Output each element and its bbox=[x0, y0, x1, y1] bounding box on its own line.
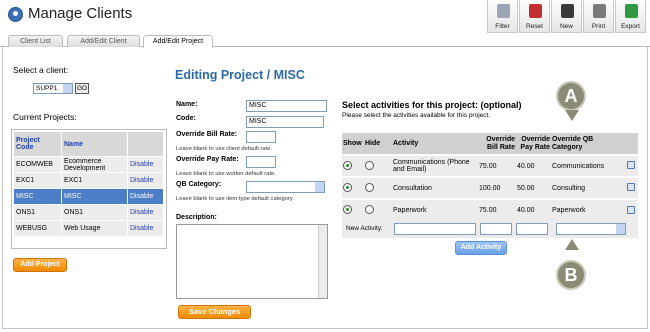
callout-b: B bbox=[556, 260, 586, 290]
activities-heading: Select activities for this project: (opt… bbox=[342, 100, 522, 110]
bill-rate-field[interactable] bbox=[246, 131, 276, 143]
hide-radio[interactable] bbox=[365, 182, 374, 192]
scrollbar[interactable] bbox=[318, 225, 327, 298]
add-activity-button[interactable]: Add Activity bbox=[455, 241, 507, 255]
activities-subheading: Please select the activities available f… bbox=[342, 112, 491, 119]
column-header: Show bbox=[342, 133, 364, 155]
new-bill-rate-field[interactable] bbox=[480, 223, 512, 235]
pay-rate-label: Override Pay Rate: bbox=[176, 156, 239, 163]
disable-link[interactable]: Disable bbox=[127, 204, 164, 221]
new-qb-category-select[interactable] bbox=[556, 223, 626, 235]
table-row[interactable]: ECOMWEB Ecommerce Development Disable bbox=[13, 156, 164, 173]
column-header: Activity bbox=[392, 133, 478, 155]
new-activity-field[interactable] bbox=[394, 223, 476, 235]
qb-category-hint: Leave blank to use item type default cat… bbox=[176, 196, 294, 202]
code-field[interactable]: MISC bbox=[246, 116, 324, 128]
show-radio[interactable] bbox=[343, 160, 352, 170]
edit-icon[interactable] bbox=[627, 161, 635, 169]
qb-category-select[interactable] bbox=[246, 181, 325, 193]
disable-link[interactable]: Disable bbox=[127, 188, 164, 205]
column-header: Override QB Category bbox=[551, 133, 626, 155]
bill-rate-label: Override Bill Rate: bbox=[176, 131, 238, 138]
filter-icon bbox=[497, 4, 510, 18]
select-client-label: Select a client: bbox=[13, 65, 69, 75]
activities-table: Show Hide Activity Override Bill Rate Ov… bbox=[342, 133, 638, 221]
column-header: Name bbox=[61, 131, 128, 157]
name-label: Name: bbox=[176, 101, 198, 108]
arrow-down-icon bbox=[565, 110, 579, 121]
table-row: Consultation 100.00 50.00 Consulting bbox=[342, 176, 638, 199]
reset-button[interactable]: Reset bbox=[519, 0, 550, 33]
toolbar: Filter Reset New Print Export bbox=[486, 0, 646, 33]
page-title: Manage Clients bbox=[28, 5, 133, 22]
disable-link[interactable]: Disable bbox=[127, 220, 164, 237]
chevron-down-icon bbox=[63, 84, 72, 93]
show-radio[interactable] bbox=[343, 205, 352, 214]
chevron-down-icon bbox=[315, 182, 324, 192]
column-header: Override Bill Rate bbox=[478, 133, 516, 155]
column-header bbox=[127, 131, 164, 157]
new-button[interactable]: New bbox=[551, 0, 582, 33]
table-row: Communications (Phone and Email) 75.00 4… bbox=[342, 154, 638, 177]
callout-a: A bbox=[556, 81, 586, 111]
chevron-down-icon bbox=[616, 224, 625, 234]
disable-link[interactable]: Disable bbox=[127, 172, 164, 189]
tab-client-list[interactable]: Client List bbox=[8, 35, 63, 47]
export-button[interactable]: Export bbox=[615, 0, 646, 33]
save-changes-button[interactable]: Save Changes bbox=[178, 305, 251, 319]
new-activity-label: New Activity: bbox=[346, 225, 383, 232]
new-pay-rate-field[interactable] bbox=[516, 223, 548, 235]
new-person-icon bbox=[561, 4, 574, 18]
print-button[interactable]: Print bbox=[583, 0, 614, 33]
export-icon bbox=[625, 4, 638, 18]
column-header: Override Pay Rate bbox=[516, 133, 551, 155]
arrow-up-icon bbox=[565, 239, 579, 250]
column-header: Hide bbox=[364, 133, 392, 155]
go-button[interactable]: GO bbox=[75, 83, 89, 94]
column-header: Project Code bbox=[13, 131, 62, 157]
edit-icon[interactable] bbox=[627, 205, 635, 214]
form-title: Editing Project / MISC bbox=[175, 68, 305, 82]
filter-button[interactable]: Filter bbox=[487, 0, 518, 33]
table-row-selected[interactable]: MISC MISC Disable bbox=[13, 188, 164, 205]
projects-table: Project Code Name ECOMWEB Ecommerce Deve… bbox=[13, 131, 164, 237]
pay-rate-field[interactable] bbox=[246, 156, 276, 168]
qb-category-label: QB Category: bbox=[176, 181, 222, 188]
clients-icon bbox=[8, 7, 23, 22]
code-label: Code: bbox=[176, 115, 196, 122]
client-select[interactable]: SUPP1 bbox=[33, 83, 73, 94]
printer-icon bbox=[593, 4, 606, 18]
reset-icon bbox=[529, 4, 542, 18]
tab-add-edit-client[interactable]: Add/Edit Client bbox=[67, 35, 140, 47]
add-project-button[interactable]: Add Project bbox=[13, 258, 67, 272]
name-field[interactable]: MISC bbox=[246, 100, 327, 112]
pay-rate-hint: Leave blank to use worker default rate. bbox=[176, 171, 276, 177]
table-row[interactable]: ONS1 ONS1 Disable bbox=[13, 204, 164, 221]
hide-radio[interactable] bbox=[365, 205, 374, 214]
hide-radio[interactable] bbox=[365, 160, 374, 170]
show-radio[interactable] bbox=[343, 182, 352, 192]
table-row: Paperwork 75.00 40.00 Paperwork bbox=[342, 198, 638, 221]
description-label: Description: bbox=[176, 214, 217, 221]
table-row[interactable]: WEBUSG Web Usage Disable bbox=[13, 220, 164, 237]
disable-link[interactable]: Disable bbox=[127, 156, 164, 173]
bill-rate-hint: Leave blank to use client default rate. bbox=[176, 146, 273, 152]
description-textarea[interactable] bbox=[176, 224, 328, 299]
table-row[interactable]: EXC1 EXC1 Disable bbox=[13, 172, 164, 189]
current-projects-label: Current Projects: bbox=[13, 112, 77, 122]
edit-icon[interactable] bbox=[627, 183, 635, 191]
